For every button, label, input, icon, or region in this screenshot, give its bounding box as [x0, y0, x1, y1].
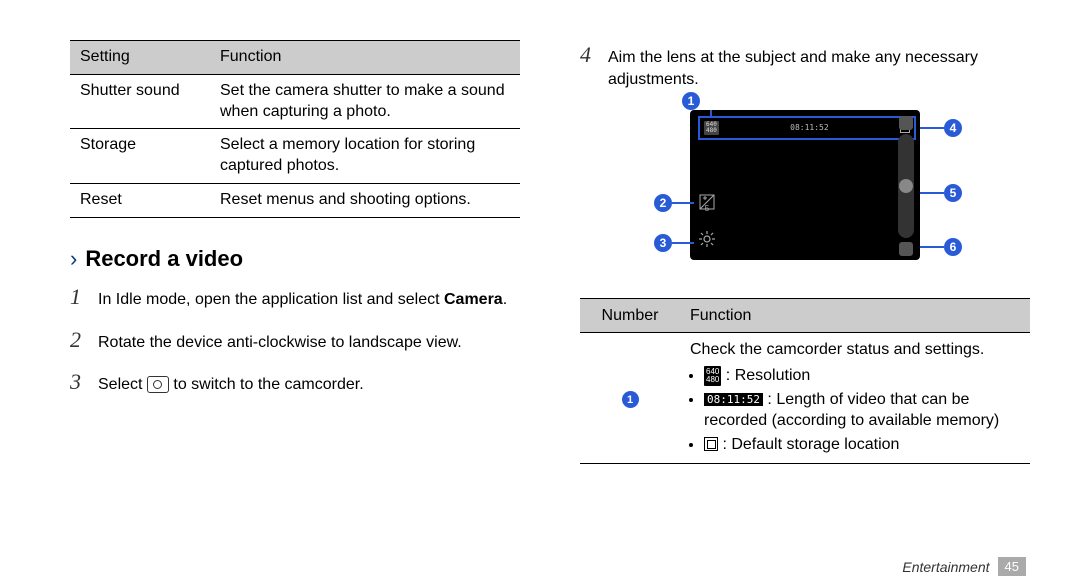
step-text: In Idle mode, open the application list … — [98, 289, 507, 311]
num: 5 — [950, 186, 957, 200]
table-header-row: Setting Function — [70, 41, 520, 75]
gear-icon — [699, 231, 715, 247]
callout-lead — [920, 127, 944, 129]
row-number: 1 — [580, 333, 680, 464]
num: 6 — [950, 240, 957, 254]
rec-time: 08:11:52 — [790, 123, 829, 132]
footer-section: Entertainment — [902, 559, 989, 575]
time-badge-icon: 08:11:52 — [704, 393, 763, 406]
func-bullets: 640 480 : Resolution 08:11:52 : Length o… — [690, 365, 1020, 455]
gallery-icon — [899, 242, 913, 256]
page-footer: Entertainment 45 — [902, 557, 1026, 576]
text: In Idle mode, open the application list … — [98, 291, 444, 308]
callout-3: 3 — [654, 234, 672, 252]
res-bot: 480 — [706, 127, 717, 134]
camcorder-illustration: 5 640 480 08:11:52 — [650, 104, 960, 284]
exposure-icon-group: 5 — [699, 194, 715, 213]
list-item: : Default storage location — [704, 434, 1020, 456]
callout-lead — [920, 246, 944, 248]
text: : Default storage location — [718, 436, 899, 453]
num: 4 — [950, 121, 957, 135]
col-function: Function — [210, 41, 520, 75]
num: 1 — [627, 393, 633, 408]
text: Select — [98, 376, 147, 393]
text: to switch to the camcorder. — [169, 376, 364, 393]
step-1: 1 In Idle mode, open the application lis… — [70, 282, 520, 313]
callout-5: 5 — [944, 184, 962, 202]
list-item: 08:11:52 : Length of video that can be r… — [704, 389, 1020, 432]
shutter-button-icon — [899, 179, 913, 193]
left-rail: 5 — [696, 194, 718, 247]
table-row: Shutter sound Set the camera shutter to … — [70, 74, 520, 129]
callout-ref-1: 1 — [622, 391, 639, 408]
step-text: Select to switch to the camcorder. — [98, 374, 364, 396]
step-number: 2 — [70, 325, 88, 356]
step-number: 1 — [70, 282, 88, 313]
right-column: 4 Aim the lens at the subject and make a… — [580, 40, 1030, 576]
row-function: Check the camcorder status and settings.… — [680, 333, 1030, 464]
step-number: 3 — [70, 367, 88, 398]
step-text: Aim the lens at the subject and make any… — [608, 47, 1030, 92]
setting-name: Shutter sound — [70, 74, 210, 129]
list-item: 640 480 : Resolution — [704, 365, 1020, 387]
callout-lead — [672, 202, 694, 204]
camera-switch-icon — [147, 376, 169, 393]
section-header: › Record a video — [70, 246, 520, 272]
num: 2 — [660, 196, 667, 210]
steps-list-right: 4 Aim the lens at the subject and make a… — [580, 40, 1030, 92]
callout-2: 2 — [654, 194, 672, 212]
left-column: Setting Function Shutter sound Set the c… — [70, 40, 520, 576]
step-text: Rotate the device anti-clockwise to land… — [98, 332, 462, 354]
callout-4: 4 — [944, 119, 962, 137]
setting-func: Select a memory location for storing cap… — [210, 129, 520, 184]
app-name: Camera — [444, 291, 503, 308]
col-number: Number — [580, 298, 680, 333]
resolution-icon: 640 480 — [704, 366, 721, 386]
callout-lead — [920, 192, 944, 194]
step-number: 4 — [580, 40, 598, 71]
callout-lead — [672, 242, 694, 244]
setting-name: Storage — [70, 129, 210, 184]
steps-list-left: 1 In Idle mode, open the application lis… — [70, 282, 520, 398]
callout-lead — [710, 110, 712, 116]
step-4: 4 Aim the lens at the subject and make a… — [580, 40, 1030, 92]
shutter-track — [898, 134, 914, 238]
callout-function-table: Number Function 1 Check the camcorder st… — [580, 298, 1030, 465]
page-number: 45 — [998, 557, 1026, 576]
col-function: Function — [680, 298, 1030, 333]
num: 3 — [660, 236, 667, 250]
res-bot: 480 — [706, 375, 719, 384]
step-2: 2 Rotate the device anti-clockwise to la… — [70, 325, 520, 356]
right-rail — [896, 116, 916, 256]
settings-table: Setting Function Shutter sound Set the c… — [70, 40, 520, 218]
setting-func: Reset menus and shooting options. — [210, 183, 520, 217]
mode-switch-icon — [899, 116, 913, 130]
section-title: Record a video — [85, 246, 243, 272]
table-row: 1 Check the camcorder status and setting… — [580, 333, 1030, 464]
callout-6: 6 — [944, 238, 962, 256]
chevron-right-icon: › — [70, 248, 77, 270]
step-3: 3 Select to switch to the camcorder. — [70, 367, 520, 398]
text: : Resolution — [721, 367, 810, 384]
resolution-badge: 640 480 — [704, 121, 719, 135]
status-bar-highlight: 640 480 08:11:52 — [698, 116, 916, 140]
setting-func: Set the camera shutter to make a sound w… — [210, 74, 520, 129]
table-row: Reset Reset menus and shooting options. — [70, 183, 520, 217]
text: . — [503, 291, 507, 308]
func-lead: Check the camcorder status and settings. — [690, 341, 984, 358]
table-header-row: Number Function — [580, 298, 1030, 333]
col-setting: Setting — [70, 41, 210, 75]
setting-name: Reset — [70, 183, 210, 217]
table-row: Storage Select a memory location for sto… — [70, 129, 520, 184]
callout-1: 1 — [682, 92, 700, 110]
num: 1 — [688, 94, 695, 108]
storage-icon — [704, 437, 718, 451]
